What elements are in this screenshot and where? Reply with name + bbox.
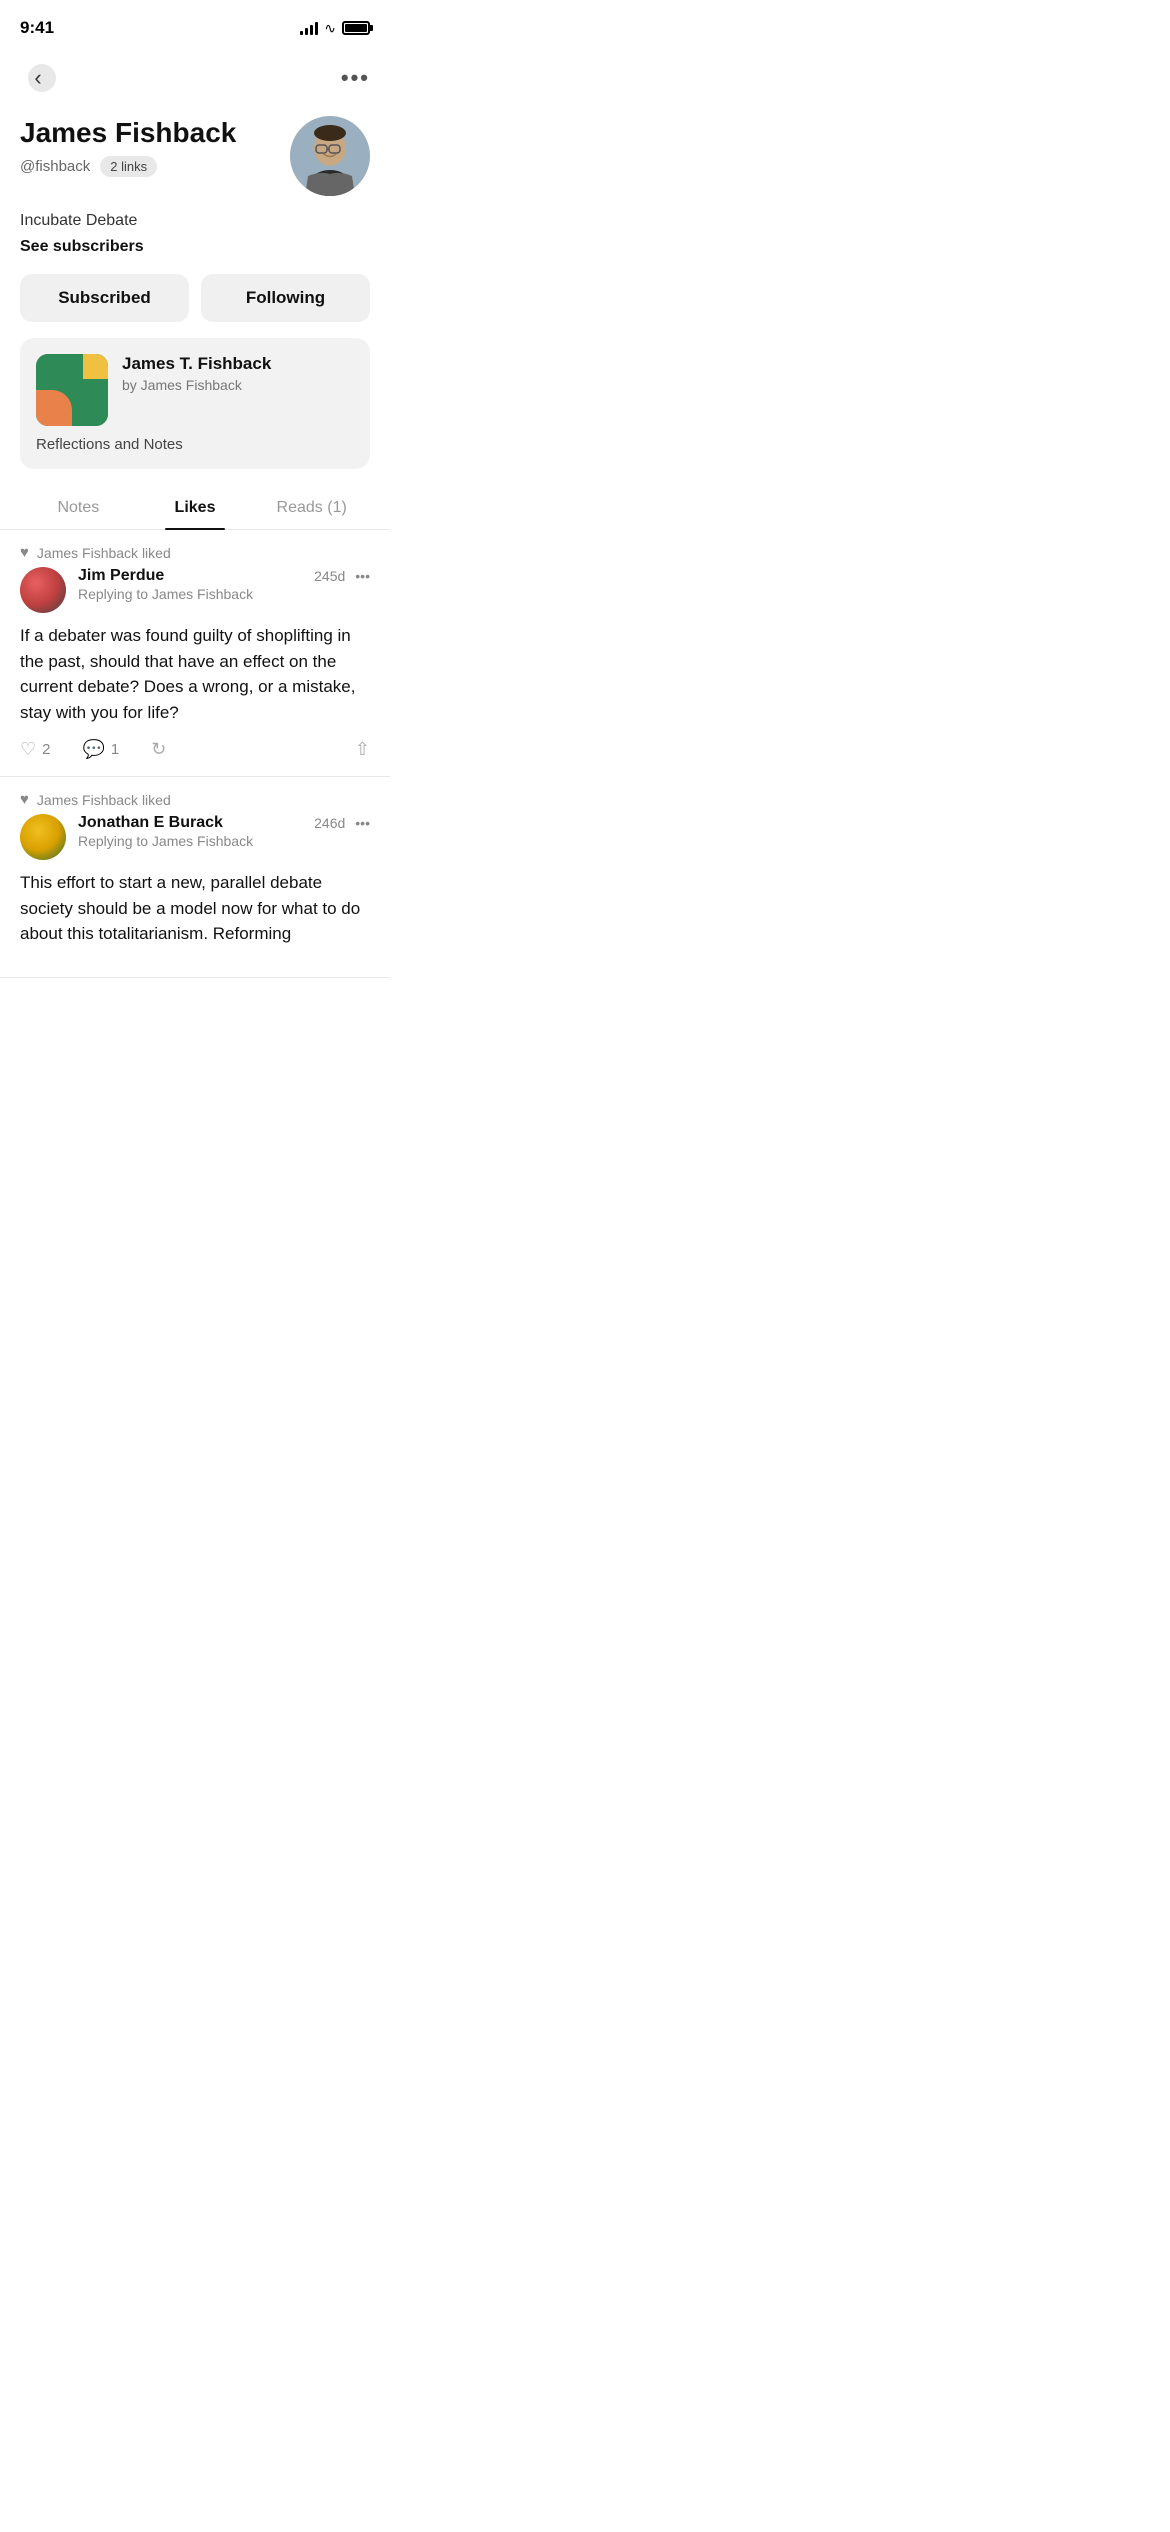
- tabs: Notes Likes Reads (1): [0, 485, 390, 530]
- post-info-2: Jonathan E Burack 246d ••• Replying to J…: [78, 814, 370, 849]
- post-comment-action-1[interactable]: 💬 1: [82, 739, 119, 760]
- profile-section: James Fishback @fishback 2 links: [0, 106, 390, 212]
- signal-icon: [300, 21, 318, 35]
- post-header-2: Jonathan E Burack 246d ••• Replying to J…: [20, 814, 370, 860]
- subscribed-button[interactable]: Subscribed: [20, 274, 189, 322]
- tab-likes[interactable]: Likes: [137, 485, 254, 529]
- post-avatar-1[interactable]: [20, 567, 66, 613]
- share-icon-1: ⇧: [355, 739, 370, 760]
- back-button[interactable]: ‹: [20, 60, 56, 96]
- status-icons: ∿: [300, 20, 370, 37]
- avatar-jonathan-image: [20, 814, 66, 860]
- post-author-row-1: Jim Perdue 245d •••: [78, 567, 370, 585]
- post-info-1: Jim Perdue 245d ••• Replying to James Fi…: [78, 567, 370, 602]
- tab-reads[interactable]: Reads (1): [253, 485, 370, 529]
- profile-handle: @fishback: [20, 158, 90, 175]
- profile-info: James Fishback @fishback 2 links: [20, 116, 290, 177]
- newsletter-title: James T. Fishback: [122, 354, 354, 374]
- avatar: [290, 116, 370, 196]
- post-share-action-1[interactable]: ⇧: [355, 739, 370, 760]
- status-bar: 9:41 ∿: [0, 0, 390, 50]
- post-body-1: If a debater was found guilty of shoplif…: [20, 623, 370, 725]
- post-more-icon-2[interactable]: •••: [355, 815, 370, 831]
- post-header-1: Jim Perdue 245d ••• Replying to James Fi…: [20, 567, 370, 613]
- post-author-row-2: Jonathan E Burack 246d •••: [78, 814, 370, 832]
- status-time: 9:41: [20, 18, 54, 38]
- like-icon-1: ♡: [20, 739, 36, 760]
- post-card-1: Jim Perdue 245d ••• Replying to James Fi…: [0, 567, 390, 777]
- see-subscribers[interactable]: See subscribers: [20, 238, 370, 256]
- like-count-1: 2: [42, 741, 50, 758]
- action-buttons: Subscribed Following: [0, 262, 390, 334]
- post-replying-2: Replying to James Fishback: [78, 833, 370, 849]
- heart-icon-2: ♥: [20, 791, 29, 808]
- avatar-image: [290, 116, 370, 196]
- post-restack-action-1[interactable]: ↻: [151, 739, 166, 760]
- battery-icon: [342, 21, 370, 35]
- following-button[interactable]: Following: [201, 274, 370, 322]
- newsletter-card[interactable]: James T. Fishback by James Fishback Refl…: [20, 338, 370, 469]
- liked-label-1: ♥ James Fishback liked: [0, 530, 390, 567]
- tab-notes[interactable]: Notes: [20, 485, 137, 529]
- newsletter-meta: James T. Fishback by James Fishback: [122, 354, 354, 393]
- post-actions-1: ♡ 2 💬 1 ↻ ⇧: [20, 739, 370, 760]
- post-author-name-2: Jonathan E Burack: [78, 814, 223, 832]
- feed: ♥ James Fishback liked Jim Perdue 245d •…: [0, 530, 390, 978]
- post-avatar-2[interactable]: [20, 814, 66, 860]
- post-author-name-1: Jim Perdue: [78, 567, 164, 585]
- profile-name: James Fishback: [20, 116, 290, 150]
- comment-icon-1: 💬: [82, 739, 104, 760]
- post-body-2: This effort to start a new, parallel deb…: [20, 870, 370, 947]
- liked-label-text-1: James Fishback liked: [37, 545, 171, 561]
- liked-label-2: ♥ James Fishback liked: [0, 777, 390, 814]
- newsletter-author: by James Fishback: [122, 377, 354, 393]
- post-replying-1: Replying to James Fishback: [78, 586, 370, 602]
- avatar-jim-image: [20, 567, 66, 613]
- post-time-more-1: 245d •••: [314, 568, 370, 584]
- post-time-2: 246d: [314, 815, 345, 831]
- post-card-2: Jonathan E Burack 246d ••• Replying to J…: [0, 814, 390, 978]
- comment-count-1: 1: [111, 741, 119, 758]
- newsletter-thumbnail: [36, 354, 108, 426]
- header-nav: ‹ •••: [0, 50, 390, 106]
- back-circle: [28, 64, 56, 92]
- wifi-icon: ∿: [324, 20, 336, 37]
- bio-text: Incubate Debate: [20, 212, 370, 230]
- liked-label-text-2: James Fishback liked: [37, 792, 171, 808]
- newsletter-description: Reflections and Notes: [36, 436, 354, 453]
- post-time-1: 245d: [314, 568, 345, 584]
- post-like-action-1[interactable]: ♡ 2: [20, 739, 50, 760]
- profile-links-badge[interactable]: 2 links: [100, 156, 157, 177]
- restack-icon-1: ↻: [151, 739, 166, 760]
- post-more-icon-1[interactable]: •••: [355, 568, 370, 584]
- heart-icon-1: ♥: [20, 544, 29, 561]
- bio-section: Incubate Debate See subscribers: [0, 212, 390, 262]
- profile-meta: @fishback 2 links: [20, 156, 290, 177]
- newsletter-inner: James T. Fishback by James Fishback: [36, 354, 354, 426]
- more-button[interactable]: •••: [341, 65, 370, 91]
- back-arrow-icon: ‹: [34, 67, 41, 89]
- post-time-more-2: 246d •••: [314, 815, 370, 831]
